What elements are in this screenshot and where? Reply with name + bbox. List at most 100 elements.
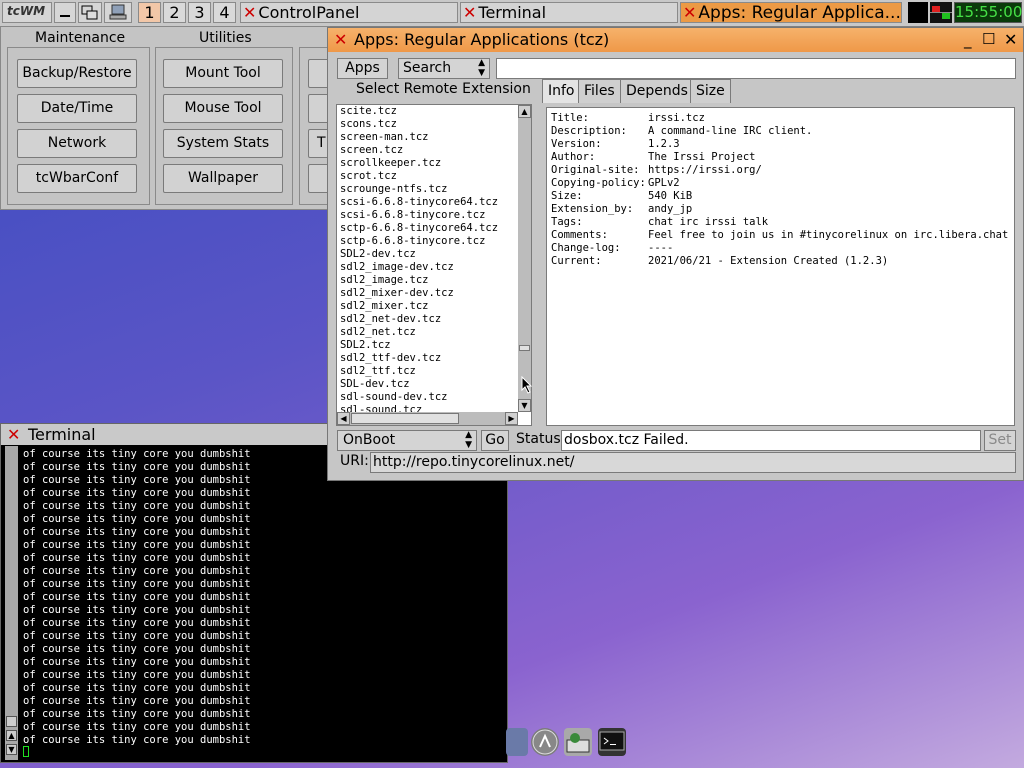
maximize-icon[interactable]: ☐ — [982, 30, 995, 48]
workspace-2[interactable]: 2 — [163, 2, 186, 23]
list-hscroll-thumb[interactable] — [351, 413, 459, 424]
minimize-all-button[interactable] — [54, 2, 76, 23]
x-app-icon: ✕ — [683, 3, 697, 22]
info-row: Copying-policy: GPLv2 — [551, 177, 680, 190]
x-app-icon: ✕ — [7, 425, 21, 444]
terminal-scrollbar[interactable]: ▲ ▼ — [5, 446, 18, 760]
list-item[interactable]: SDL-dev.tcz — [337, 378, 531, 391]
scroll-toggle-icon[interactable] — [6, 716, 17, 727]
workspace-3[interactable]: 3 — [188, 2, 211, 23]
list-item[interactable]: sdl2_image-dev.tcz — [337, 261, 531, 274]
task-apps[interactable]: ✕ Apps: Regular Applica... — [680, 2, 902, 23]
info-key: Comments: — [551, 229, 608, 241]
network-monitor-icon — [930, 2, 952, 23]
list-item[interactable]: sdl2_image.tcz — [337, 274, 531, 287]
tab-size[interactable]: Size — [690, 79, 731, 103]
task-controlpanel[interactable]: ✕ ControlPanel — [240, 2, 458, 23]
info-row: Tags: chat irc irssi talk — [551, 216, 768, 229]
tcwm-logo-button[interactable]: tcWM — [2, 2, 52, 23]
minimize-icon — [60, 15, 70, 17]
run-dock-icon[interactable] — [531, 728, 559, 756]
info-value: 2021/06/21 - Extension Created (1.2.3) — [648, 255, 889, 267]
terminal-dock-icon[interactable] — [598, 728, 626, 756]
list-item[interactable]: SDL2.tcz — [337, 339, 531, 352]
list-item[interactable]: SDL2-dev.tcz — [337, 248, 531, 261]
workspace-1[interactable]: 1 — [138, 2, 161, 23]
list-item[interactable]: sdl2_net.tcz — [337, 326, 531, 339]
workspace-4[interactable]: 4 — [213, 2, 236, 23]
terminal-line: of course its tiny core you dumbshit — [23, 682, 251, 694]
apps-menu-button[interactable]: Apps — [337, 58, 388, 79]
control-panel-dock-icon[interactable] — [564, 728, 592, 756]
install-mode-select[interactable]: OnBoot ▲ ▼ — [337, 430, 477, 451]
list-item[interactable]: sctp-6.6.8-tinycore64.tcz — [337, 222, 531, 235]
list-item[interactable]: screen-man.tcz — [337, 131, 531, 144]
close-icon[interactable]: ✕ — [1004, 30, 1017, 49]
backup-restore-button[interactable]: Backup/Restore — [17, 59, 137, 88]
list-item[interactable]: sdl2_ttf.tcz — [337, 365, 531, 378]
tcwbarconf-button[interactable]: tcWbarConf — [17, 164, 137, 193]
info-key: Author: — [551, 151, 596, 163]
terminal-line: of course its tiny core you dumbshit — [23, 448, 251, 460]
computer-button[interactable] — [104, 2, 132, 23]
list-item[interactable]: sctp-6.6.8-tinycore.tcz — [337, 235, 531, 248]
system-stats-button[interactable]: System Stats — [163, 129, 283, 158]
list-item[interactable]: scite.tcz — [337, 105, 531, 118]
list-item[interactable]: sdl2_mixer-dev.tcz — [337, 287, 531, 300]
list-item[interactable]: sdl2_net-dev.tcz — [337, 313, 531, 326]
info-row: Version: 1.2.3 — [551, 138, 680, 151]
tab-files[interactable]: Files — [578, 79, 621, 103]
task-terminal[interactable]: ✕ Terminal — [460, 2, 678, 23]
info-key: Version: — [551, 138, 602, 150]
minimize-icon[interactable]: _ — [964, 31, 972, 49]
network-button[interactable]: Network — [17, 129, 137, 158]
list-vertical-scrollbar[interactable]: ▲ ▼ — [518, 105, 531, 412]
terminal-line: of course its tiny core you dumbshit — [23, 487, 251, 499]
scroll-up-icon[interactable]: ▲ — [6, 730, 17, 741]
terminal-line: of course its tiny core you dumbshit — [23, 591, 251, 603]
go-button[interactable]: Go — [481, 430, 509, 451]
scroll-up-icon[interactable]: ▲ — [518, 105, 531, 118]
list-item[interactable]: sdl2_ttf-dev.tcz — [337, 352, 531, 365]
date-time-button[interactable]: Date/Time — [17, 94, 137, 123]
list-item[interactable]: sdl-sound-dev.tcz — [337, 391, 531, 404]
list-item[interactable]: screen.tcz — [337, 144, 531, 157]
list-item[interactable]: scrounge-ntfs.tcz — [337, 183, 531, 196]
info-key: Change-log: — [551, 242, 621, 254]
list-scroll-thumb[interactable] — [519, 345, 530, 351]
scroll-right-icon[interactable]: ▶ — [505, 412, 518, 425]
list-item[interactable]: scsi-6.6.8-tinycore64.tcz — [337, 196, 531, 209]
scroll-down-icon[interactable]: ▼ — [6, 744, 17, 755]
apps-titlebar[interactable]: ✕ Apps: Regular Applications (tcz) _ ☐ ✕ — [328, 28, 1023, 52]
info-key: Extension_by: — [551, 203, 634, 215]
tab-depends[interactable]: Depends — [620, 79, 694, 103]
info-key: Description: — [551, 125, 627, 137]
computer-icon — [109, 4, 127, 20]
windows-list-button[interactable] — [78, 2, 102, 23]
list-item[interactable]: scrot.tcz — [337, 170, 531, 183]
terminal-line: of course its tiny core you dumbshit — [23, 526, 251, 538]
terminal-title: Terminal — [28, 425, 96, 444]
terminal-line: of course its tiny core you dumbshit — [23, 734, 251, 746]
info-pane[interactable]: Title: irssi.tcz Description: A command-lin… — [546, 107, 1015, 426]
terminal-cursor — [23, 746, 29, 757]
tab-info[interactable]: Info — [542, 79, 581, 103]
scroll-left-icon[interactable]: ◀ — [337, 412, 350, 425]
search-mode-select[interactable]: Search ▲ ▼ — [398, 58, 490, 79]
mouse-tool-button[interactable]: Mouse Tool — [163, 94, 283, 123]
wallpaper-button[interactable]: Wallpaper — [163, 164, 283, 193]
search-input[interactable] — [496, 58, 1016, 79]
scroll-down-icon[interactable]: ▼ — [518, 399, 531, 412]
list-item[interactable]: scrollkeeper.tcz — [337, 157, 531, 170]
info-key: Current: — [551, 255, 602, 267]
extension-list[interactable]: scite.tcz scons.tcz screen-man.tcz screen.t… — [336, 104, 532, 426]
list-item[interactable]: scsi-6.6.8-tinycore.tcz — [337, 209, 531, 222]
list-item[interactable]: sdl2_mixer.tcz — [337, 300, 531, 313]
mount-tool-button[interactable]: Mount Tool — [163, 59, 283, 88]
terminal-line: of course its tiny core you dumbshit — [23, 474, 251, 486]
set-button[interactable]: Set — [984, 430, 1016, 451]
list-item[interactable]: scons.tcz — [337, 118, 531, 131]
app-browser-dock-icon[interactable] — [506, 728, 528, 756]
info-value: GPLv2 — [648, 177, 680, 189]
list-horizontal-scrollbar[interactable]: ◀ ▶ — [337, 412, 518, 425]
